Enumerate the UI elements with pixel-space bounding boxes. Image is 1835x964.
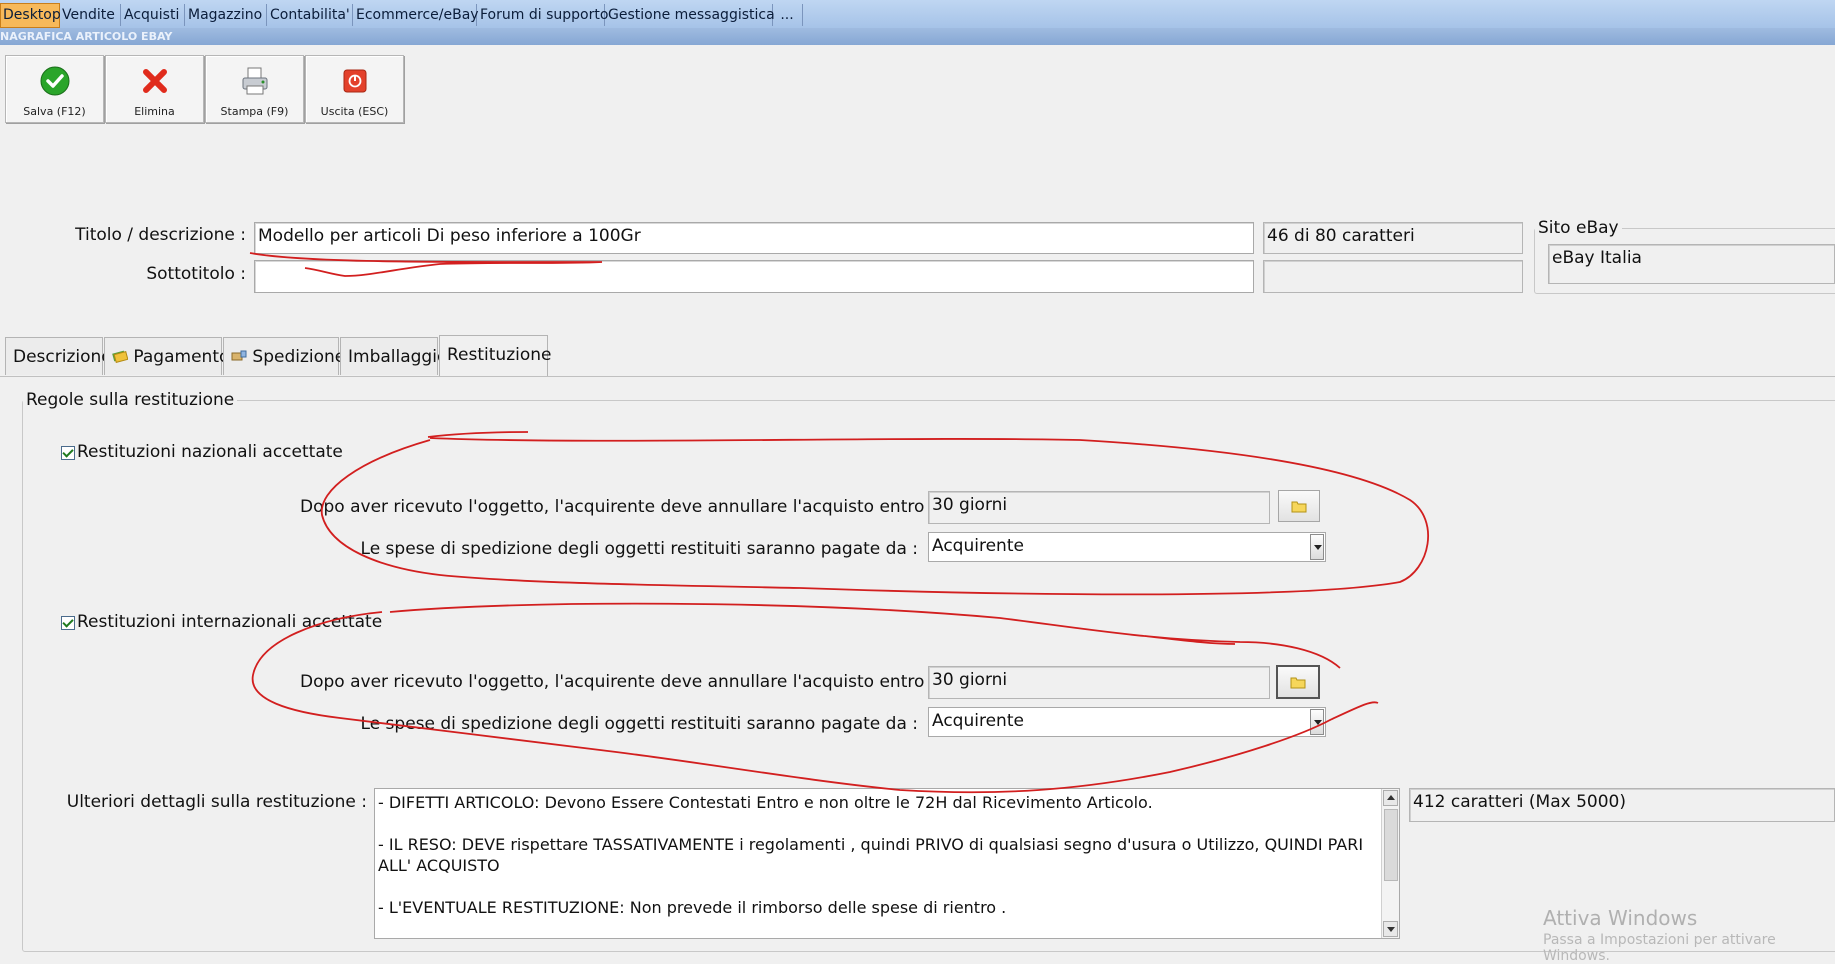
chevron-down-icon[interactable]	[1310, 709, 1324, 735]
chevron-down-icon[interactable]	[1310, 534, 1324, 560]
main-menu-bar: Desktop Vendite Acquisti Magazzino Conta…	[0, 0, 1835, 29]
delete-button-label: Elimina	[134, 105, 175, 118]
window-title: NAGRAFICA ARTICOLO EBAY	[0, 28, 1835, 45]
subtitle-label: Sottotitolo :	[146, 264, 246, 284]
tab-divider	[0, 376, 1835, 377]
details-line: - DIFETTI ARTICOLO: Devono Essere Contes…	[378, 793, 1153, 812]
subtitle-input[interactable]	[254, 260, 1254, 293]
national-returns-checkbox[interactable]	[61, 446, 75, 460]
close-icon	[142, 69, 167, 93]
tab-restituzione-label: Restituzione	[447, 345, 552, 365]
exit-button-label: Uscita (ESC)	[320, 105, 389, 118]
menu-tab-forum[interactable]: Forum di supporto	[478, 4, 608, 26]
international-returns-label: Restituzioni internazionali accettate	[77, 612, 383, 632]
tab-spedizione-label: Spedizione	[252, 347, 346, 367]
menu-tab-acquisti[interactable]: Acquisti	[122, 4, 185, 26]
check-icon	[40, 66, 69, 96]
national-payer-select[interactable]: Acquirente	[928, 532, 1326, 562]
power-icon	[343, 69, 366, 93]
save-button-label: Salva (F12)	[23, 105, 86, 118]
menu-tab-desktop[interactable]: Desktop	[0, 3, 61, 28]
scroll-up-icon[interactable]	[1383, 790, 1398, 806]
scroll-thumb[interactable]	[1384, 809, 1398, 881]
details-label: Ulteriori dettagli sulla restituzione :	[66, 792, 367, 812]
tab-restituzione[interactable]: Restituzione	[439, 335, 552, 377]
tab-pagamento[interactable]: Pagamento	[104, 337, 229, 375]
details-line: - L'EVENTUALE RESTITUZIONE: Non prevede …	[378, 898, 1007, 917]
menu-tab-messaggistica[interactable]: Gestione messaggistica	[606, 4, 775, 26]
national-returns-label: Restituzioni nazionali accettate	[77, 442, 343, 462]
windows-activation-hint: Passa a Impostazioni per attivare Window…	[1543, 932, 1776, 964]
tab-descrizione[interactable]: Descrizione	[5, 337, 112, 375]
national-payer-label: Le spese di spedizione degli oggetti res…	[360, 539, 918, 559]
national-payer-value: Acquirente	[932, 536, 1024, 556]
national-period-field[interactable]: 30 giorni	[928, 491, 1270, 524]
international-returns-checkbox[interactable]	[61, 616, 75, 630]
tab-pagamento-label: Pagamento	[133, 347, 230, 367]
exit-button[interactable]: Uscita (ESC)	[305, 55, 404, 123]
international-period-label: Dopo aver ricevuto l'oggetto, l'acquiren…	[300, 672, 936, 692]
scroll-down-icon[interactable]	[1383, 921, 1398, 937]
print-button[interactable]: Stampa (F9)	[205, 55, 304, 123]
international-period-field[interactable]: 30 giorni	[928, 666, 1270, 699]
return-details-textarea[interactable]: - DIFETTI ARTICOLO: Devono Essere Contes…	[374, 788, 1400, 939]
folder-icon	[1290, 677, 1306, 689]
payment-icon	[112, 350, 129, 364]
details-scrollbar[interactable]	[1381, 789, 1399, 938]
site-ebay-field[interactable]: eBay Italia	[1548, 244, 1835, 284]
site-ebay-legend: Sito eBay	[1538, 218, 1619, 238]
details-char-counter: 412 caratteri (Max 5000)	[1409, 788, 1835, 822]
tab-imballaggio-label: Imballaggio	[348, 347, 448, 367]
menu-tab-more[interactable]: ...	[772, 4, 803, 26]
international-payer-value: Acquirente	[932, 711, 1024, 731]
windows-activation-title: Attiva Windows	[1543, 906, 1698, 930]
tab-descrizione-label: Descrizione	[13, 347, 112, 367]
international-period-browse-button[interactable]	[1276, 665, 1320, 699]
menu-tab-contabilita[interactable]: Contabilita'	[268, 4, 353, 26]
details-line: - IL RESO: DEVE rispettare TASSATIVAMENT…	[378, 835, 1364, 875]
tab-imballaggio[interactable]: Imballaggio	[340, 337, 447, 375]
menu-tab-ecommerce[interactable]: Ecommerce/eBay	[354, 4, 479, 26]
national-period-label: Dopo aver ricevuto l'oggetto, l'acquiren…	[300, 497, 936, 517]
returns-rules-legend: Regole sulla restituzione	[26, 390, 235, 410]
delete-button[interactable]: Elimina	[105, 55, 204, 123]
printer-icon	[242, 67, 267, 95]
subtitle-char-counter	[1263, 260, 1523, 293]
menu-tab-magazzino[interactable]: Magazzino	[186, 4, 267, 26]
international-payer-select[interactable]: Acquirente	[928, 707, 1326, 737]
print-button-label: Stampa (F9)	[220, 105, 289, 118]
menu-tab-vendite[interactable]: Vendite	[60, 4, 121, 26]
save-button[interactable]: Salva (F12)	[5, 55, 104, 123]
folder-icon	[1291, 501, 1307, 513]
shipping-icon	[231, 350, 247, 361]
title-input[interactable]: Modello per articoli Di peso inferiore a…	[254, 222, 1254, 254]
title-char-counter: 46 di 80 caratteri	[1263, 222, 1523, 254]
tab-spedizione[interactable]: Spedizione	[223, 337, 345, 375]
title-label: Titolo / descrizione :	[75, 225, 246, 245]
national-period-browse-button[interactable]	[1278, 490, 1320, 522]
international-payer-label: Le spese di spedizione degli oggetti res…	[360, 714, 918, 734]
